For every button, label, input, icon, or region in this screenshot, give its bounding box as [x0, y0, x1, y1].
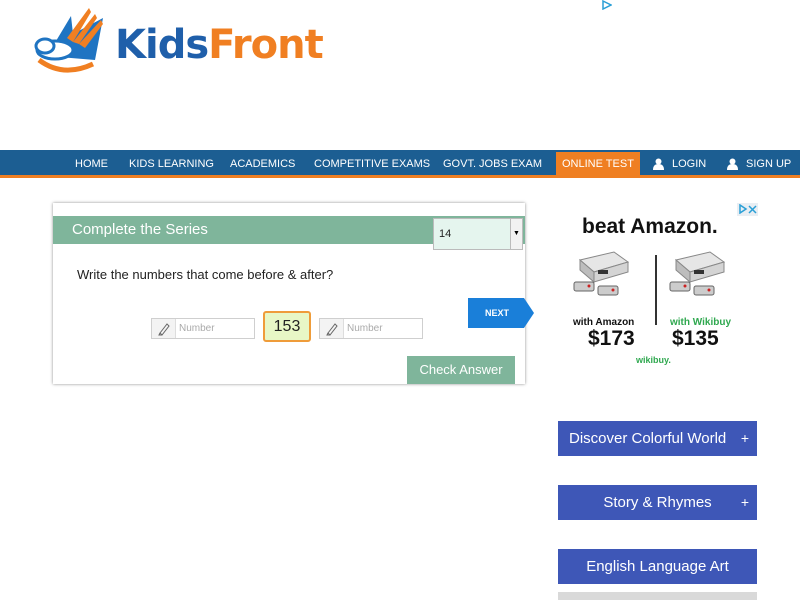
- after-number-placeholder: Number: [347, 323, 383, 334]
- nav-kids-learning[interactable]: KIDS LEARNING: [129, 150, 214, 178]
- console-image: [573, 251, 630, 296]
- side-button-label: Discover Colorful World: [569, 430, 727, 447]
- advertisement[interactable]: beat Amazon. with Amazon $173 with Wikib…: [558, 203, 758, 373]
- series-select-value: 14: [439, 228, 452, 240]
- nav-online-test[interactable]: ONLINE TEST: [556, 152, 640, 176]
- english-language-art-button[interactable]: English Language Art: [558, 549, 757, 584]
- ad-brand: wikibuy.: [636, 355, 671, 365]
- ad-headline: beat Amazon.: [582, 215, 718, 238]
- next-button[interactable]: NEXT: [468, 298, 534, 328]
- nav-login-label: LOGIN: [672, 158, 707, 170]
- main-nav: HOME KIDS LEARNING ACADEMICS COMPETITIVE…: [0, 150, 800, 178]
- chevron-down-icon: ▼: [510, 219, 522, 249]
- nav-home[interactable]: HOME: [75, 150, 108, 178]
- next-side-button-edge: [558, 592, 757, 600]
- nav-login[interactable]: LOGIN: [653, 150, 706, 178]
- ad-divider: [655, 255, 657, 325]
- side-button-label: English Language Art: [586, 558, 729, 575]
- next-button-label: NEXT: [484, 308, 509, 318]
- plus-icon: +: [740, 430, 749, 446]
- adchoices-icon: [739, 204, 748, 214]
- nav-signup[interactable]: SIGN UP: [727, 150, 791, 178]
- nav-govt-jobs-exam[interactable]: GOVT. JOBS EXAM: [443, 150, 542, 178]
- logo-wordmark: KidsFront: [115, 22, 324, 68]
- given-number: 153: [263, 311, 311, 342]
- nav-academics[interactable]: ACADEMICS: [230, 150, 295, 178]
- user-icon: [653, 158, 664, 171]
- ad-right-price: $135: [672, 327, 719, 350]
- user-icon: [727, 158, 738, 171]
- close-icon: [748, 205, 757, 214]
- logo-front-text: Front: [208, 22, 324, 68]
- console-image: [669, 251, 726, 296]
- quiz-question: Write the numbers that come before & aft…: [77, 267, 334, 282]
- ad-close[interactable]: [737, 203, 758, 216]
- plus-icon: +: [740, 494, 749, 510]
- before-number-input[interactable]: Number: [151, 318, 255, 339]
- ad-left-price: $173: [588, 327, 635, 350]
- pencil-icon: [152, 319, 176, 338]
- kidsfront-logo[interactable]: KidsFront: [33, 8, 324, 78]
- side-button-label: Story & Rhymes: [603, 494, 712, 511]
- after-number-input[interactable]: Number: [319, 318, 423, 339]
- pencil-icon: [320, 319, 344, 338]
- kidsfront-logo-icon: [34, 8, 103, 73]
- series-select[interactable]: 14 ▼: [433, 218, 523, 250]
- check-answer-button[interactable]: Check Answer: [407, 356, 515, 384]
- quiz-card: Complete the Series 14 ▼ Write the numbe…: [53, 203, 525, 384]
- nav-signup-label: SIGN UP: [746, 158, 792, 170]
- adchoices-icon[interactable]: [602, 0, 612, 10]
- discover-colorful-world-button[interactable]: Discover Colorful World +: [558, 421, 757, 456]
- quiz-title: Complete the Series: [72, 221, 208, 238]
- before-number-placeholder: Number: [179, 323, 215, 334]
- story-rhymes-button[interactable]: Story & Rhymes +: [558, 485, 757, 520]
- nav-competitive-exams[interactable]: COMPETITIVE EXAMS: [314, 150, 430, 178]
- logo-kids-text: Kids: [115, 22, 209, 68]
